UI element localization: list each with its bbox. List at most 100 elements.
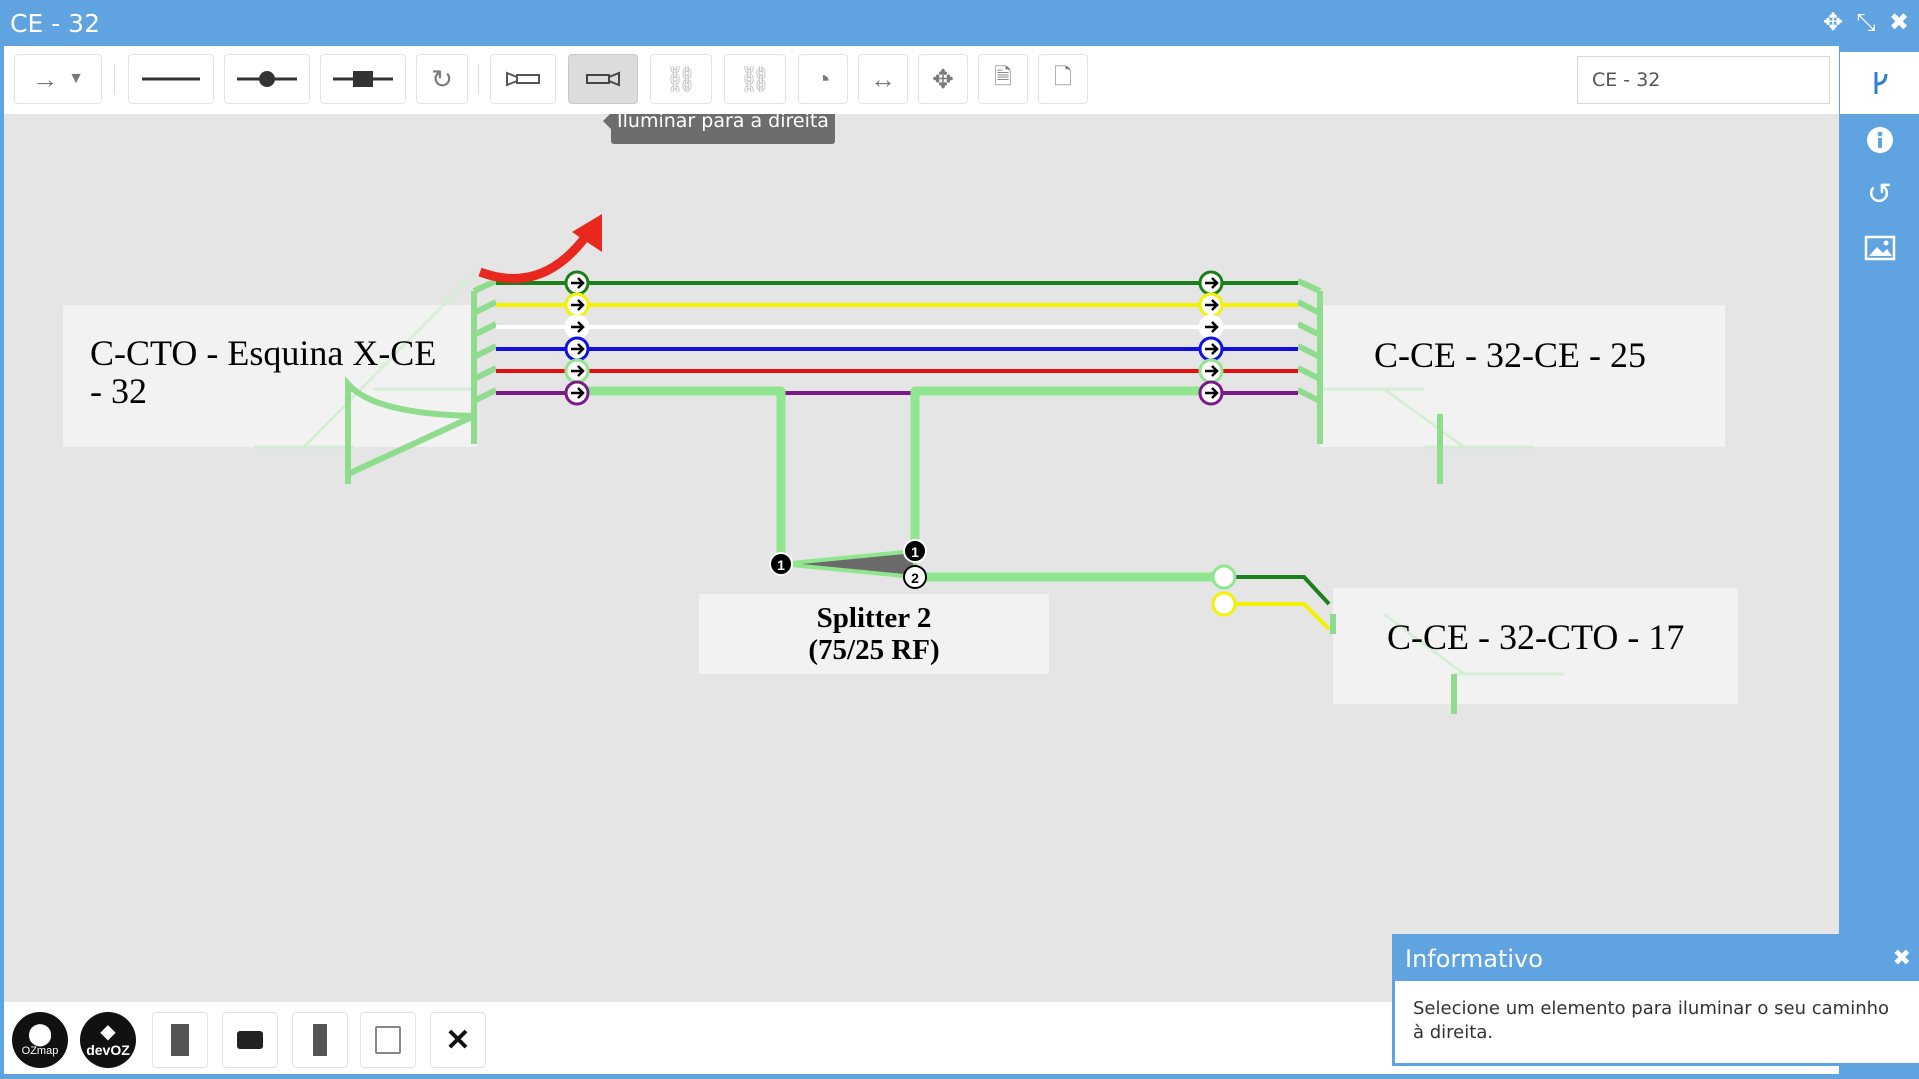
fiber-connector-node[interactable] bbox=[564, 292, 590, 318]
refresh-icon: ↻ bbox=[431, 63, 453, 94]
splitter-icon bbox=[237, 1031, 263, 1049]
arrows-horizontal-icon: ↔ bbox=[870, 63, 896, 94]
fiber-connector-node[interactable] bbox=[1198, 292, 1224, 318]
illuminate-right-button[interactable] bbox=[568, 54, 638, 104]
dio-icon bbox=[171, 1024, 189, 1056]
disconnect-button[interactable]: ⛓ bbox=[724, 54, 786, 104]
devoz-logo-text: devOZ bbox=[86, 1042, 130, 1058]
left-cable-label: C-CTO - Esquina X-CE - 32 bbox=[90, 334, 480, 410]
add-splitter-button[interactable] bbox=[222, 1012, 278, 1068]
note-icon bbox=[375, 1026, 401, 1054]
splitter-output-fibers bbox=[1224, 575, 1331, 631]
splitter-label-line2: (75/25 RF) bbox=[808, 634, 940, 666]
draw-cable-button[interactable] bbox=[128, 54, 214, 104]
fiber-group bbox=[496, 281, 1298, 395]
add-note-button[interactable] bbox=[360, 1012, 416, 1068]
minimize-icon[interactable]: ⤡ bbox=[1851, 8, 1881, 38]
splice-icon bbox=[237, 71, 297, 87]
splitter-label-line1: Splitter 2 bbox=[816, 602, 932, 634]
info-panel-message: Selecione um elemento para iluminar o se… bbox=[1413, 998, 1890, 1043]
tooltip: Iluminar para a direita bbox=[603, 114, 835, 144]
fiber-connector-node[interactable] bbox=[564, 358, 590, 384]
window-title: CE - 32 bbox=[10, 9, 100, 38]
fiber-connector-node[interactable] bbox=[564, 270, 590, 296]
ozmap-logo-text: OZmap bbox=[21, 1045, 59, 1057]
export-pdf-button[interactable]: 🗋 bbox=[1038, 54, 1088, 104]
arrow-right-icon: → bbox=[32, 63, 59, 94]
splitter-port-in-label: 1 bbox=[777, 557, 785, 573]
fiber-connector-node[interactable] bbox=[564, 380, 590, 406]
image-button[interactable] bbox=[1840, 224, 1919, 272]
flashlight-left-icon bbox=[506, 71, 540, 87]
add-dio-button[interactable] bbox=[152, 1012, 208, 1068]
right-top-cable-box[interactable] bbox=[1320, 305, 1725, 447]
image-icon bbox=[1864, 235, 1895, 261]
branch-icon bbox=[1874, 72, 1887, 94]
info-button[interactable] bbox=[1840, 116, 1919, 164]
divider bbox=[478, 64, 479, 94]
power-meter-button[interactable]: ◔ bbox=[798, 54, 848, 104]
refresh-button[interactable]: ↻ bbox=[416, 54, 468, 104]
devoz-logo[interactable]: ◆ devOZ bbox=[80, 1012, 136, 1068]
divider bbox=[114, 64, 115, 94]
info-panel: Informativo ✖ Selecione um elemento para… bbox=[1395, 937, 1919, 1063]
right-top-cable-label: C-CE - 32-CE - 25 bbox=[1374, 335, 1646, 375]
fiber-connector-node[interactable] bbox=[1198, 314, 1224, 340]
direction-dropdown-button[interactable]: → ▼ bbox=[14, 54, 102, 104]
connector-button[interactable] bbox=[320, 54, 406, 104]
gauge-icon: ◔ bbox=[815, 63, 831, 94]
unlink-icon: ⛓ bbox=[738, 63, 772, 94]
diagram-canvas[interactable]: 1 1 2 C-CTO - Esquina X-CE - 32 C-CE - 3… bbox=[4, 114, 1839, 1002]
image-file-icon: 🗎 bbox=[994, 64, 1012, 89]
search-input[interactable] bbox=[1577, 56, 1830, 104]
add-cassette-button[interactable] bbox=[292, 1012, 348, 1068]
illuminate-left-button[interactable] bbox=[490, 54, 556, 104]
export-image-button[interactable]: 🗎 bbox=[978, 54, 1028, 104]
expand-horizontal-button[interactable]: ↔ bbox=[858, 54, 908, 104]
left-cable-label-line1: C-CTO - Esquina X-CE bbox=[90, 333, 437, 373]
pdf-file-icon: 🗋 bbox=[1054, 64, 1072, 89]
right-bottom-cable-label: C-CE - 32-CTO - 17 bbox=[1387, 617, 1685, 657]
splice-button[interactable] bbox=[224, 54, 310, 104]
fiber-connector-node[interactable] bbox=[564, 314, 590, 340]
splitter-shape[interactable] bbox=[780, 548, 917, 580]
history-icon: ↺ bbox=[1866, 177, 1893, 211]
connect-button[interactable]: ⛓ bbox=[650, 54, 712, 104]
close-icon: ✕ bbox=[445, 1023, 471, 1057]
diagram-svg: 1 1 2 bbox=[63, 214, 1738, 714]
move-icon: ✥ bbox=[932, 63, 954, 94]
ozmap-logo[interactable]: ⬤ OZmap bbox=[12, 1012, 68, 1068]
move-icon[interactable]: ✥ bbox=[1818, 8, 1848, 38]
flashlight-right-icon bbox=[586, 71, 620, 87]
right-fanout bbox=[1296, 278, 1323, 444]
info-icon bbox=[1866, 127, 1893, 153]
close-window-icon[interactable]: ✖ bbox=[1884, 8, 1914, 38]
side-tab-topology[interactable] bbox=[1840, 52, 1919, 114]
left-cable-label-line2: - 32 bbox=[90, 371, 147, 411]
illuminated-path bbox=[577, 386, 1224, 582]
line-icon bbox=[142, 77, 200, 81]
splitter-port-out-2-label: 2 bbox=[911, 570, 919, 586]
fiber-connector-node[interactable] bbox=[1198, 270, 1224, 296]
fiber-connector-node[interactable] bbox=[1198, 336, 1224, 362]
close-diagram-button[interactable]: ✕ bbox=[430, 1012, 486, 1068]
chevron-down-icon: ▼ bbox=[68, 70, 84, 87]
info-panel-title: Informativo bbox=[1405, 945, 1543, 973]
info-panel-header: Informativo ✖ bbox=[1395, 937, 1919, 981]
fiber-connector-node[interactable] bbox=[1198, 380, 1224, 406]
cube-icon: ◆ bbox=[100, 1021, 116, 1043]
map-pin-icon: ⬤ bbox=[27, 1021, 53, 1046]
splice-node[interactable] bbox=[1211, 564, 1237, 590]
history-button[interactable]: ↺ bbox=[1840, 170, 1919, 218]
toolbar: → ▼ ↻ ⛓ ⛓ ◔ ↔ ✥ 🗎 🗋 bbox=[4, 46, 1839, 114]
splitter-port-out-1-label: 1 bbox=[911, 544, 919, 560]
close-icon[interactable]: ✖ bbox=[1893, 937, 1911, 981]
fiber-connector-node[interactable] bbox=[564, 336, 590, 362]
center-button[interactable]: ✥ bbox=[918, 54, 968, 104]
cassette-icon bbox=[313, 1024, 327, 1056]
splice-node[interactable] bbox=[1211, 591, 1237, 617]
title-bar: CE - 32 ✥ ⤡ ✖ bbox=[0, 0, 1919, 46]
link-icon: ⛓ bbox=[664, 63, 698, 94]
connector-icon bbox=[333, 71, 393, 87]
fiber-connector-node[interactable] bbox=[1198, 358, 1224, 384]
